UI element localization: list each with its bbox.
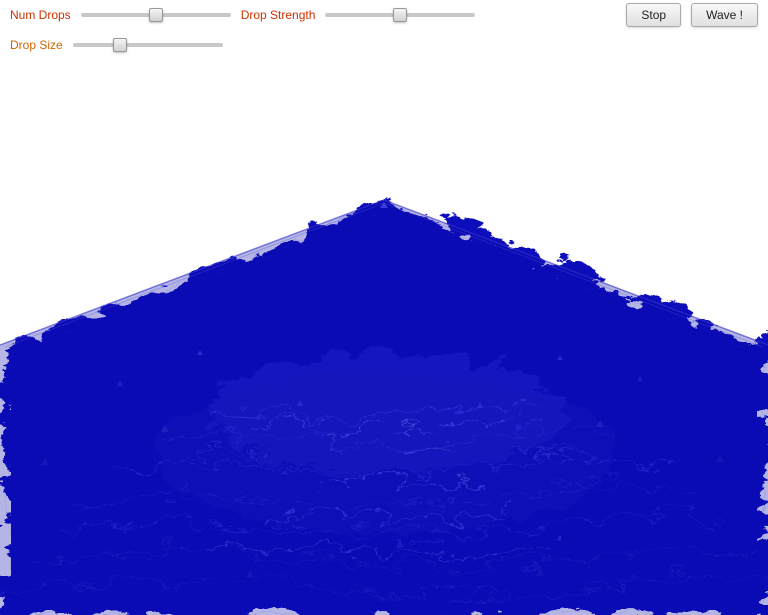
controls-row-1: Num Drops Drop Strength Stop Wave ! — [0, 0, 768, 30]
drop-size-label: Drop Size — [10, 38, 63, 52]
water-surface — [0, 200, 768, 615]
num-drops-slider[interactable] — [81, 13, 231, 17]
drop-strength-label: Drop Strength — [241, 8, 316, 22]
controls-row-2: Drop Size — [0, 30, 768, 60]
stop-button[interactable]: Stop — [626, 3, 681, 27]
water-scene — [0, 60, 768, 615]
sky-bg — [0, 60, 768, 200]
drop-size-slider[interactable] — [73, 43, 223, 47]
drop-strength-slider[interactable] — [325, 13, 475, 17]
controls-panel: Num Drops Drop Strength Stop Wave ! Drop… — [0, 0, 768, 60]
wave-button[interactable]: Wave ! — [691, 3, 758, 27]
water-visualization — [0, 60, 768, 615]
num-drops-label: Num Drops — [10, 8, 71, 22]
